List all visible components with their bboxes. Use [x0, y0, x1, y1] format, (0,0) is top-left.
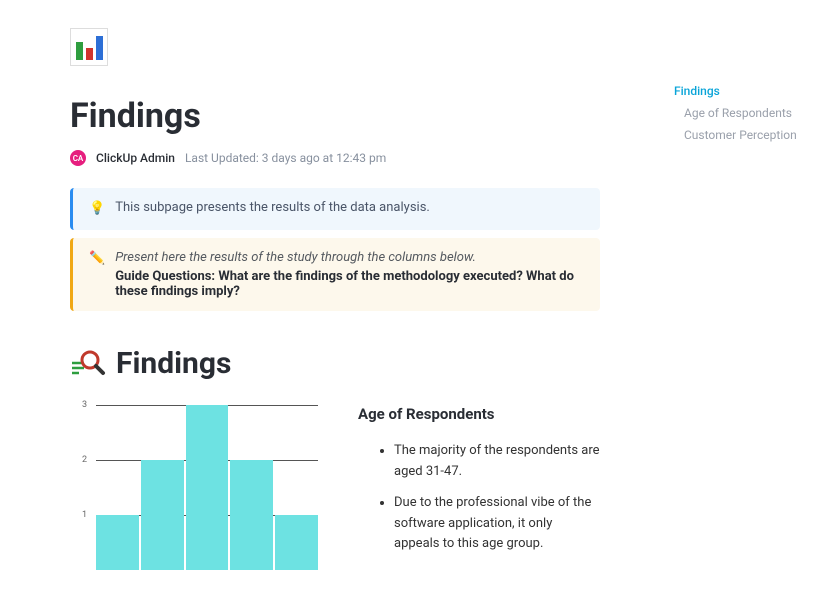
avatar[interactable]: CA	[70, 150, 86, 166]
callout-info: 💡 This subpage presents the results of t…	[70, 188, 600, 230]
toc-item[interactable]: Findings	[674, 80, 814, 102]
toc: FindingsAge of RespondentsCustomer Perce…	[674, 80, 814, 146]
y-tick-label: 3	[82, 400, 87, 410]
y-tick-label: 1	[82, 510, 87, 520]
age-chart: 123	[70, 405, 318, 570]
subheading-age: Age of Respondents	[358, 405, 600, 423]
chart-bar	[96, 515, 139, 570]
magnifier-icon	[70, 345, 106, 381]
chart-bar	[141, 460, 184, 570]
bullet-item: Due to the professional vibe of the soft…	[394, 493, 600, 555]
callout-guide: ✏️ Present here the results of the study…	[70, 238, 600, 311]
meta-row: CA ClickUp Admin Last Updated: 3 days ag…	[70, 150, 600, 166]
bullet-list: The majority of the respondents are aged…	[358, 441, 600, 555]
chart-bar	[230, 460, 273, 570]
chart-bar	[275, 515, 318, 570]
lightbulb-icon: 💡	[89, 200, 105, 218]
last-updated: Last Updated: 3 days ago at 12:43 pm	[185, 151, 386, 165]
chart-bar	[186, 405, 229, 570]
callout-info-text: This subpage presents the results of the…	[115, 200, 430, 215]
section-heading: Findings	[116, 346, 231, 381]
callout-guide-bold: Guide Questions: What are the findings o…	[115, 269, 584, 299]
toc-item[interactable]: Age of Respondents	[674, 102, 814, 124]
callout-guide-italic: Present here the results of the study th…	[115, 250, 476, 265]
page-icon	[70, 28, 108, 66]
bullet-item: The majority of the respondents are aged…	[394, 441, 600, 483]
toc-item[interactable]: Customer Perception	[674, 124, 814, 146]
page-title: Findings	[70, 96, 600, 136]
author-name[interactable]: ClickUp Admin	[96, 151, 175, 165]
pencil-icon: ✏️	[89, 250, 105, 268]
y-tick-label: 2	[82, 455, 87, 465]
